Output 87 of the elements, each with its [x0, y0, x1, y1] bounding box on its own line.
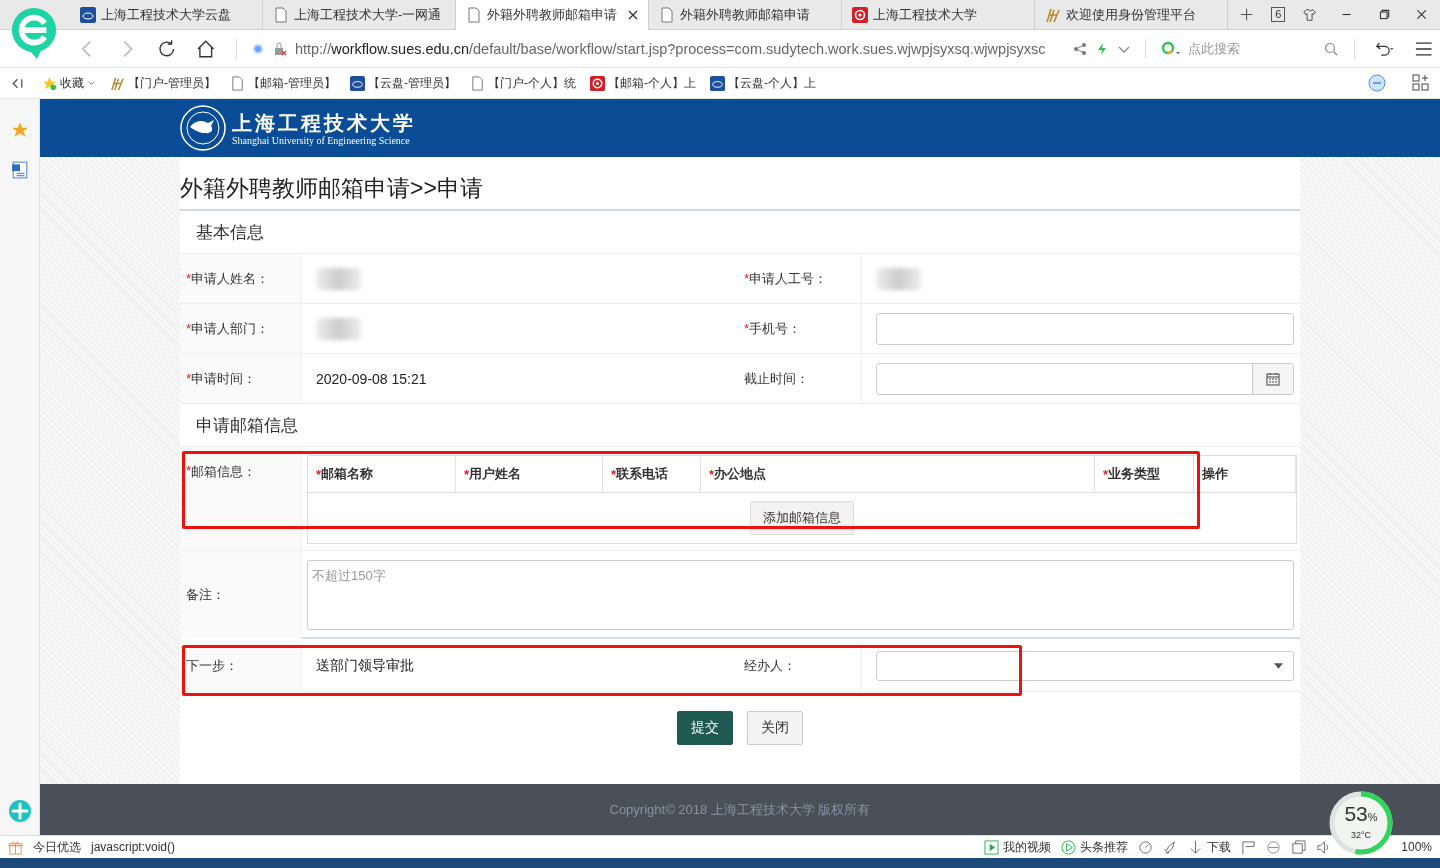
tab-count[interactable]: 6 — [1271, 7, 1286, 22]
page-icon — [230, 75, 245, 91]
page-icon — [659, 6, 675, 23]
field-label: *申请人部门： — [180, 304, 302, 353]
share-icon[interactable] — [1072, 41, 1087, 56]
shirt-icon[interactable] — [1303, 7, 1317, 22]
headlines-button[interactable]: 头条推荐 — [1061, 838, 1129, 856]
bookmark[interactable]: 【云盘-管理员】 — [350, 74, 456, 92]
bookmark[interactable]: 【门户-个人】统 — [470, 74, 576, 92]
play-icon — [984, 839, 1000, 855]
mail-icon — [590, 75, 605, 91]
browser-tab[interactable]: 外籍外聘教师邮箱申请 — [456, 0, 649, 31]
section-heading: 申请邮箱信息 — [180, 404, 1300, 447]
redacted-mark — [316, 317, 361, 340]
restore-icon[interactable] — [1377, 7, 1391, 22]
search-icon[interactable] — [1323, 41, 1338, 56]
apps-icon[interactable] — [1412, 74, 1430, 92]
close-button[interactable]: 关闭 — [747, 711, 803, 745]
university-name-english: Shanghai University of Engineering Science — [232, 134, 411, 146]
bookmark[interactable]: 【邮箱-管理员】 — [230, 74, 336, 92]
star-icon[interactable] — [10, 121, 29, 139]
column-header: *邮箱名称 — [308, 456, 456, 492]
field-value: 2020-09-08 15:21 — [316, 370, 427, 387]
download-button[interactable]: 下载 — [1188, 838, 1232, 856]
date-field[interactable] — [876, 362, 1294, 395]
browser-tab[interactable]: 欢迎使用身份管理平台 — [1035, 0, 1228, 30]
cloud-icon — [350, 75, 365, 91]
zoom-level[interactable]: 100% — [1401, 840, 1432, 854]
minus-circle-icon[interactable] — [1368, 74, 1386, 92]
memory-gauge[interactable]: 53% 32°C — [1328, 790, 1394, 856]
favorites-button[interactable]: 收藏 — [42, 74, 96, 92]
caret-icon — [1274, 663, 1283, 669]
browser-tab[interactable]: 外籍外聘教师邮箱申请 — [649, 0, 842, 30]
field-label: 备注： — [180, 551, 302, 639]
add-mailbox-button[interactable]: 添加邮箱信息 — [750, 501, 854, 535]
column-header: *联系电话 — [603, 456, 701, 492]
flag-icon[interactable] — [1241, 839, 1257, 855]
status-text[interactable]: 今日优选 — [33, 838, 81, 856]
column-header: *用户姓名 — [456, 456, 603, 492]
chevron-down-icon — [87, 78, 96, 88]
cloud-icon — [710, 75, 725, 91]
column-header: 操作 — [1194, 456, 1296, 492]
column-header: *业务类型 — [1095, 456, 1194, 492]
field-label: *申请时间： — [180, 354, 302, 403]
my-videos-button[interactable]: 我的视频 — [984, 838, 1052, 856]
calendar-icon[interactable] — [1266, 371, 1280, 386]
copyright-text: Copyright© 2018 上海工程技术大学 版权所有 — [609, 800, 871, 819]
submit-button[interactable]: 提交 — [677, 711, 733, 745]
mail-icon — [852, 6, 868, 23]
page-icon — [466, 7, 482, 23]
input-field[interactable] — [876, 312, 1294, 345]
url-field[interactable]: http://workflow.sues.edu.cn/default/base/workflow/start.jsp?process=com.sudytech.work.sues.wjwpjsyxsq.wjwpjsyxsc — [294, 40, 1065, 57]
field-label: *申请人姓名： — [180, 254, 302, 303]
remarks-field[interactable]: 不超过150字 — [307, 560, 1294, 630]
bookmark[interactable]: 【门户-管理员】 — [110, 74, 216, 92]
home-icon[interactable] — [196, 38, 216, 59]
search-engine-icon[interactable] — [1159, 40, 1182, 57]
plus-circle-icon[interactable] — [7, 799, 32, 823]
close-icon[interactable] — [1414, 7, 1428, 22]
reload-icon[interactable] — [156, 38, 177, 59]
university-name: 上海工程技术大学 — [232, 110, 416, 135]
redacted-mark — [876, 267, 921, 290]
bookmark[interactable]: 【邮箱-个人】上 — [590, 74, 696, 92]
status-text: javascript:void() — [91, 840, 176, 854]
redacted-mark — [316, 267, 361, 290]
window-icon[interactable] — [1291, 839, 1307, 855]
star-icon — [42, 75, 57, 91]
field-label: *邮箱信息： — [180, 447, 302, 550]
column-header: *办公地点 — [701, 456, 1095, 492]
page-icon — [273, 6, 289, 23]
university-emblem-icon — [180, 105, 226, 151]
page-icon — [470, 75, 485, 91]
page-title: 外籍外聘教师邮箱申请>>申请 — [180, 173, 1300, 211]
play-circle-icon — [1061, 839, 1077, 855]
document-icon[interactable] — [10, 161, 29, 179]
close-icon[interactable] — [628, 10, 638, 20]
browser-tab[interactable]: 上海工程技术大学云盘 — [70, 0, 263, 30]
dot-icon — [250, 41, 265, 56]
new-tab-icon[interactable] — [1240, 7, 1254, 22]
speed-icon[interactable] — [1138, 839, 1154, 855]
cloud-icon — [80, 6, 96, 23]
lock-icon[interactable] — [272, 41, 287, 56]
browser-tab[interactable]: 上海工程技术大学 — [842, 0, 1035, 30]
field-value: 送部门领导审批 — [316, 657, 414, 675]
handler-select[interactable] — [876, 651, 1294, 681]
bookmark[interactable]: 【云盘-个人】上 — [710, 74, 816, 92]
gift-icon[interactable] — [8, 839, 23, 855]
